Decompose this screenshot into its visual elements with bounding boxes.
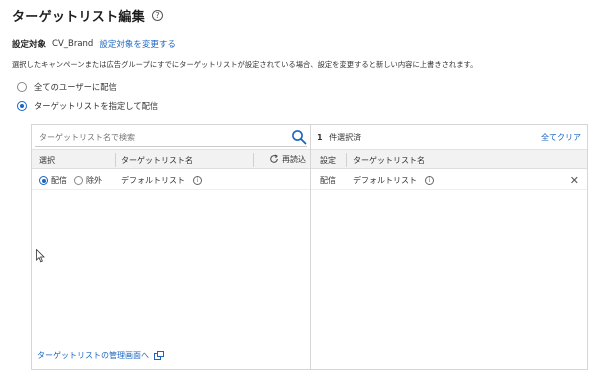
- reload-button[interactable]: 再読込: [269, 152, 306, 166]
- left-table-header: 選択 ターゲットリスト名 再読込: [32, 149, 310, 169]
- close-icon[interactable]: ✕: [570, 174, 579, 187]
- radio-deliver[interactable]: [39, 176, 48, 185]
- list-name: デフォルトリスト: [353, 176, 417, 185]
- col-name-header: ターゲットリスト名: [353, 156, 425, 165]
- col-name-header: ターゲットリスト名: [121, 156, 193, 165]
- title-row: ターゲットリスト編集 ?: [12, 6, 164, 25]
- target-row: 設定対象 CV_Brand 設定対象を変更する: [12, 38, 176, 50]
- manage-lists-link[interactable]: ターゲットリストの管理画面へ: [37, 350, 164, 361]
- search-icon[interactable]: [291, 129, 307, 145]
- exclude-option[interactable]: 除外: [74, 175, 102, 186]
- reload-icon: [270, 154, 278, 163]
- table-row: 配信 除外 デフォルトリスト i: [32, 170, 310, 190]
- column-divider[interactable]: [346, 153, 347, 167]
- clear-all-link[interactable]: 全てクリア: [541, 132, 581, 143]
- list-name: デフォルトリスト: [121, 176, 185, 185]
- deliver-option[interactable]: 配信: [39, 175, 67, 186]
- reload-label: 再読込: [282, 154, 306, 164]
- option-target-list-label: ターゲットリストを指定して配信: [34, 101, 159, 111]
- change-target-link[interactable]: 設定対象を変更する: [99, 38, 176, 50]
- option-all-users[interactable]: 全てのユーザーに配信: [17, 81, 117, 93]
- external-link-icon: [154, 351, 164, 360]
- manage-lists-label[interactable]: ターゲットリストの管理画面へ: [37, 350, 149, 361]
- description-text: 選択したキャンペーンまたは広告グループにすでにターゲットリストが設定されている場…: [12, 60, 478, 69]
- deliver-label: 配信: [51, 176, 67, 185]
- selected-lists-pane: 1 件選択済 全てクリア 設定 ターゲットリスト名 配信 デフォルトリスト i …: [311, 125, 587, 369]
- col-setting-header: 設定: [320, 156, 336, 165]
- table-row: 配信 デフォルトリスト i ✕: [311, 170, 587, 190]
- exclude-label: 除外: [86, 176, 102, 185]
- selected-count-number: 1: [317, 133, 323, 142]
- option-target-list[interactable]: ターゲットリストを指定して配信: [17, 100, 158, 112]
- search-input[interactable]: [35, 132, 291, 142]
- radio-exclude[interactable]: [74, 176, 83, 185]
- page-title: ターゲットリスト編集: [12, 10, 146, 25]
- row-list-name: デフォルトリスト i: [353, 175, 434, 186]
- available-lists-pane: 選択 ターゲットリスト名 再読込 配信 除外 デフォルトリス: [32, 125, 311, 369]
- right-table-header: 設定 ターゲットリスト名: [311, 149, 587, 169]
- info-icon[interactable]: i: [425, 176, 434, 185]
- target-list-panel: 選択 ターゲットリスト名 再読込 配信 除外 デフォルトリス: [31, 124, 588, 370]
- column-divider[interactable]: [253, 153, 254, 167]
- row-setting: 配信: [320, 176, 336, 185]
- search-box: [35, 128, 307, 147]
- column-divider[interactable]: [115, 153, 116, 167]
- target-label: 設定対象: [12, 40, 47, 50]
- radio-target-list[interactable]: [17, 101, 27, 111]
- mouse-cursor-icon: [36, 249, 45, 263]
- info-icon[interactable]: i: [193, 176, 202, 185]
- selected-count: 1 件選択済: [317, 132, 361, 143]
- col-select-header: 選択: [39, 156, 55, 165]
- radio-all-users[interactable]: [17, 82, 27, 92]
- help-icon[interactable]: ?: [152, 10, 164, 21]
- selected-count-label: 件選択済: [329, 133, 362, 142]
- row-list-name: デフォルトリスト i: [121, 175, 202, 186]
- target-value: CV_Brand: [52, 39, 94, 49]
- option-all-users-label: 全てのユーザーに配信: [34, 82, 117, 92]
